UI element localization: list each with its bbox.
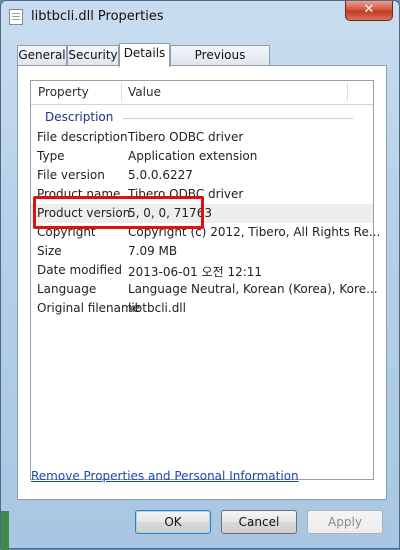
details-panel: Property Value Description File descript… [17,65,387,500]
table-row[interactable]: Language Language Neutral, Korean (Korea… [31,280,378,299]
tab-general[interactable]: General [17,45,67,65]
list-header: Property Value [31,81,373,105]
column-header-value[interactable]: Value [128,85,161,99]
property-value: Language Neutral, Korean (Korea), Kore..… [128,282,378,296]
background-window-edge [1,511,9,550]
apply-button[interactable]: Apply [307,510,383,534]
property-value: Tibero ODBC driver [128,130,244,144]
property-name: Date modified [37,263,123,277]
property-name: Original filename [37,301,141,315]
red-highlight-box [33,196,204,229]
window-title: libtbcli.dll Properties [31,9,164,24]
group-header-description: Description [45,110,114,124]
column-divider[interactable] [121,83,122,101]
close-button[interactable]: ✕ [345,1,393,21]
property-list[interactable]: Property Value Description File descript… [30,80,380,480]
property-name: Size [37,244,62,258]
table-row[interactable]: Type Application extension [31,147,373,166]
table-row[interactable]: File version 5.0.0.6227 [31,166,373,185]
table-row[interactable]: Original filename libtbcli.dll [31,299,373,318]
cancel-button[interactable]: Cancel [221,510,297,534]
property-value: libtbcli.dll [128,301,186,315]
dll-file-icon [9,9,23,25]
column-header-property[interactable]: Property [38,85,89,99]
tab-previous-versions[interactable]: Previous Versions [170,45,270,81]
property-value: 5.0.0.6227 [128,168,193,182]
property-name: File description [37,130,128,144]
column-divider[interactable] [347,83,348,101]
ok-button[interactable]: OK [135,510,211,534]
property-name: Type [37,149,65,163]
group-divider [123,118,353,119]
tab-security[interactable]: Security [67,45,119,65]
table-row[interactable]: File description Tibero ODBC driver [31,128,373,147]
table-row[interactable]: Date modified 2013-06-01 오전 12:11 [31,261,373,280]
table-row[interactable]: Size 7.09 MB [31,242,373,261]
property-value: 7.09 MB [128,244,178,258]
title-bar[interactable]: libtbcli.dll Properties ✕ [1,1,399,31]
tab-details[interactable]: Details [119,43,170,67]
properties-window: libtbcli.dll Properties ✕ General Securi… [0,0,400,550]
property-value: 2013-06-01 오전 12:11 [128,265,263,279]
property-value: Application extension [128,149,258,163]
remove-properties-link[interactable]: Remove Properties and Personal Informati… [31,469,299,483]
property-name: Language [37,282,97,296]
property-name: File version [37,168,105,182]
